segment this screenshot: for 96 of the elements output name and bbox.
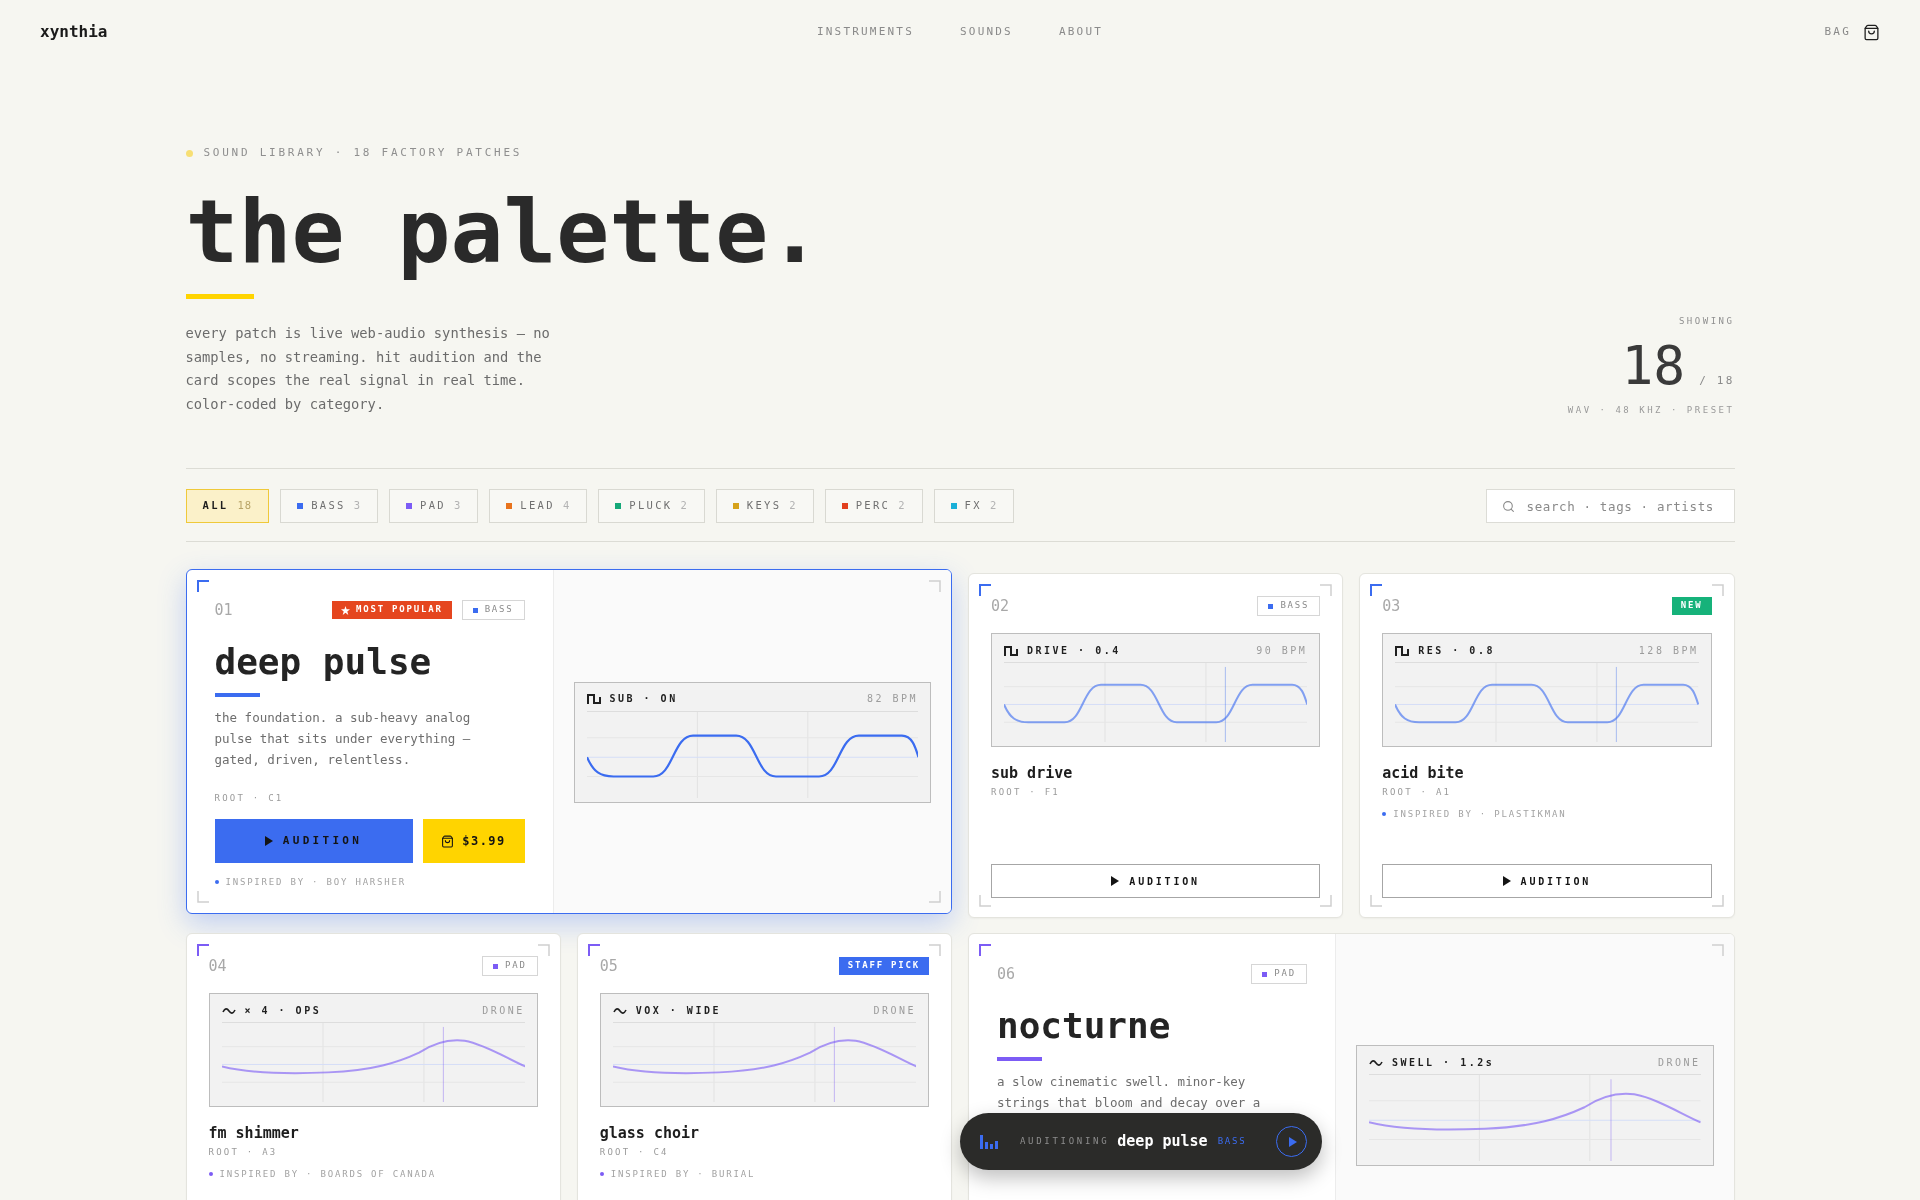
play-icon	[1502, 876, 1511, 886]
scope-reading: DRONE	[1657, 1056, 1701, 1069]
filter-chip[interactable]: KEYS 2	[715, 489, 814, 523]
patch-title: fm shimmer	[208, 1124, 300, 1142]
filter-chip[interactable]: FX 2	[933, 489, 1015, 523]
corner-mark-icon	[979, 895, 991, 907]
search-field[interactable]: search · tags · artists	[1485, 489, 1735, 523]
brand-logo[interactable]: xynthia	[40, 20, 108, 44]
sine-wave-icon	[1369, 1058, 1383, 1067]
corner-mark-icon	[537, 944, 550, 956]
player-status: AUDITIONING	[1020, 1134, 1110, 1148]
sine-wave-icon	[612, 1006, 627, 1015]
nav-link[interactable]: INSTRUMENTS	[816, 23, 914, 41]
patch-number: 03	[1382, 596, 1401, 616]
patch-number: 04	[208, 956, 227, 976]
inspired-by-credit: INSPIRED BY · PLASTIKMAN	[1393, 808, 1567, 820]
root-note: ROOT · A1	[1382, 786, 1453, 798]
patch-title: sub drive	[991, 764, 1074, 782]
corner-mark-icon	[1711, 895, 1724, 907]
scope-setting: SUB · ON	[609, 693, 678, 705]
audition-button[interactable]: AUDITION	[1382, 864, 1712, 898]
level-bars-icon	[980, 1134, 998, 1149]
play-icon	[1288, 1136, 1297, 1147]
star-icon	[341, 605, 350, 615]
inspired-by-credit: INSPIRED BY · BOARDS OF CANADA	[219, 1168, 437, 1180]
feature-badge: MOST POPULAR	[332, 601, 452, 619]
audition-button[interactable]: AUDITION	[214, 819, 413, 863]
category-tag: PAD	[1251, 964, 1307, 984]
corner-mark-icon	[929, 944, 941, 956]
inspired-by-credit: INSPIRED BY · BURIAL	[610, 1168, 756, 1180]
patch-number: 02	[991, 596, 1010, 616]
category-tag: PAD	[482, 956, 538, 976]
patch-title: acid bite	[1382, 764, 1465, 782]
showing-label: SHOWING	[1678, 315, 1735, 327]
patch-count: 18	[1621, 339, 1686, 392]
root-note: ROOT · A3	[208, 1146, 279, 1158]
sine-wave-icon	[221, 1006, 236, 1015]
category-tag: BASS	[461, 600, 525, 620]
corner-mark-icon	[929, 580, 941, 592]
format-info: WAV · 48 KHZ · PRESET	[1567, 404, 1735, 416]
play-icon	[264, 836, 273, 846]
filter-chip[interactable]: PERC 2	[824, 489, 923, 523]
root-note: ROOT · F1	[991, 786, 1062, 798]
filter-chip[interactable]: LEAD 4	[489, 489, 588, 523]
patch-description: a slow cinematic swell. minor-key strings that bloom and decay over a	[997, 1073, 1262, 1112]
scope-reading: DRONE	[873, 1004, 916, 1017]
inspired-by-credit: INSPIRED BY · BOY HARSHER	[225, 876, 406, 888]
patch-title: glass choir	[599, 1124, 701, 1142]
filter-chip[interactable]: PAD 3	[389, 489, 479, 523]
section-eyebrow: SOUND LIBRARY · 18 FACTORY PATCHES	[203, 146, 523, 160]
scope-setting: DRIVE · 0.4	[1027, 644, 1121, 657]
patch-number: 01	[214, 600, 233, 620]
scope-reading: DRONE	[482, 1004, 525, 1017]
patch-title: deep pulse	[214, 640, 433, 684]
root-note: ROOT · C4	[599, 1146, 670, 1158]
search-icon	[1501, 500, 1515, 513]
root-note: ROOT · C1	[214, 792, 285, 804]
scope-reading: 90 BPM	[1256, 644, 1308, 657]
square-wave-icon	[1395, 645, 1410, 656]
audition-button[interactable]: AUDITION	[991, 864, 1321, 898]
intro-paragraph: every patch is live web-audio synthesis — no samples, no streaming. hit audition and the card scopes the real signal in real time. color-coded by category.	[185, 324, 551, 414]
bag-link[interactable]: BAG	[1824, 23, 1851, 41]
shopping-bag-icon[interactable]	[1863, 23, 1880, 41]
scope-reading: 128 BPM	[1638, 644, 1699, 657]
patch-total: / 18	[1699, 373, 1735, 389]
patch-description: the foundation. a sub-heavy analog pulse that sits under everything — gated, driven, relentless.	[214, 709, 472, 769]
filter-chip[interactable]: ALL 18	[185, 489, 270, 523]
player-track-title: deep pulse	[1117, 1131, 1208, 1153]
player-category: BASS	[1217, 1134, 1247, 1148]
scope-setting: × 4 · OPS	[244, 1004, 322, 1017]
square-wave-icon	[586, 694, 601, 704]
square-wave-icon	[1004, 645, 1018, 656]
nav-link[interactable]: ABOUT	[1058, 23, 1104, 41]
scope-setting: SWELL · 1.2s	[1392, 1056, 1495, 1069]
scope-setting: RES · 0.8	[1418, 644, 1495, 657]
corner-mark-icon	[929, 891, 941, 903]
patch-number: 05	[599, 956, 618, 976]
nav-link[interactable]: SOUNDS	[960, 23, 1013, 41]
corner-mark-icon	[196, 891, 209, 903]
play-icon	[1111, 876, 1120, 886]
feature-badge: NEW	[1671, 597, 1712, 615]
filter-chip[interactable]: BASS 3	[280, 489, 379, 523]
corner-mark-icon	[1370, 895, 1383, 907]
corner-mark-icon	[1320, 584, 1333, 596]
patch-number: 06	[997, 964, 1016, 984]
patch-title: nocturne	[997, 1004, 1172, 1048]
scope-reading: 82 BPM	[866, 693, 918, 705]
category-tag: BASS	[1257, 596, 1321, 616]
scope-setting: VOX · WIDE	[635, 1004, 721, 1017]
corner-mark-icon	[1711, 944, 1724, 956]
shopping-bag-icon	[441, 834, 455, 848]
filter-chip[interactable]: PLUCK 2	[598, 489, 705, 523]
feature-badge: STAFF PICK	[838, 957, 929, 975]
corner-mark-icon	[1320, 895, 1333, 907]
corner-mark-icon	[1711, 584, 1724, 596]
buy-button[interactable]: $3.99	[422, 819, 525, 863]
